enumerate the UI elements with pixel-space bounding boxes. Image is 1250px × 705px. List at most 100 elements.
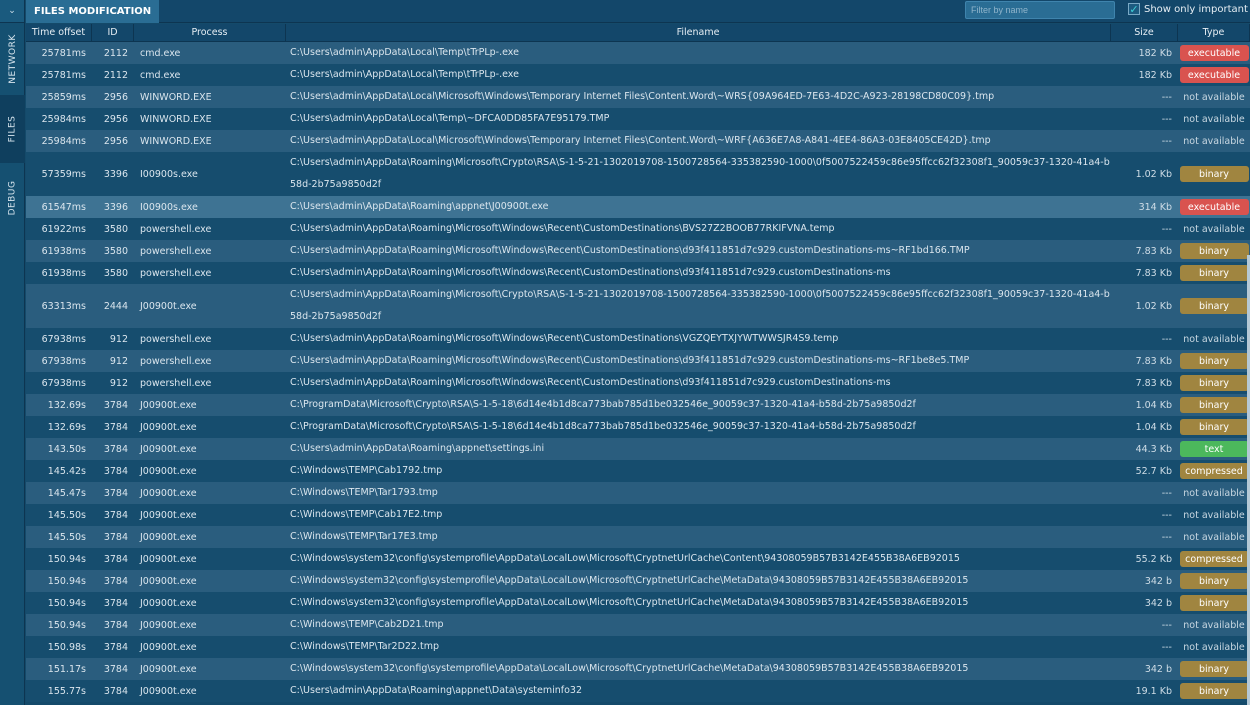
pid-cell: 2956 — [103, 113, 128, 125]
filename-cell: C:\Users\admin\AppData\Roaming\Microsoft… — [290, 289, 1110, 322]
sidebar-tab-network[interactable]: NETWORK — [0, 24, 25, 94]
size-cell: 342 b — [1144, 663, 1172, 675]
table-row[interactable]: 63313ms 2444 J00900t.exe C:\Users\admin\App… — [26, 284, 1250, 328]
type-badge: binary — [1179, 243, 1249, 259]
time-offset-cell: 67938ms — [41, 355, 86, 367]
filename-cell: C:\Windows\system32\config\systemprofile… — [290, 597, 969, 608]
pid-cell: 3784 — [103, 553, 128, 565]
type-badge: executable — [1179, 199, 1249, 215]
type-cell: not available — [1178, 86, 1250, 108]
table-row[interactable]: 145.47s 3784 J00900t.exe C:\Windows\TEMP\Ta… — [26, 482, 1250, 504]
table-row[interactable]: 25984ms 2956 WINWORD.EXE C:\Users\admin\App… — [26, 108, 1250, 130]
process-cell: powershell.exe — [140, 267, 212, 279]
column-header-id[interactable]: ID — [92, 24, 134, 41]
filename-cell: C:\Users\admin\AppData\Local\Temp\tTrPLp… — [290, 47, 519, 58]
pid-cell: 3580 — [103, 223, 128, 235]
size-cell: 1.04 Kb — [1135, 421, 1172, 433]
table-row[interactable]: 150.94s 3784 J00900t.exe C:\Windows\system3… — [26, 548, 1250, 570]
show-important-toggle[interactable]: ✓ Show only important — [1128, 3, 1248, 15]
table-row[interactable]: 150.94s 3784 J00900t.exe C:\Windows\system3… — [26, 570, 1250, 592]
table-row[interactable]: 151.17s 3784 J00900t.exe C:\Windows\system3… — [26, 658, 1250, 680]
time-offset-cell: 25859ms — [41, 91, 86, 103]
table-row[interactable]: 150.98s 3784 J00900t.exe C:\Windows\TEMP\Ta… — [26, 636, 1250, 658]
collapse-button[interactable]: ⌄ — [0, 0, 24, 23]
time-offset-cell: 67938ms — [41, 333, 86, 345]
type-cell: not available — [1178, 328, 1250, 350]
table-row[interactable]: 132.69s 3784 J00900t.exe C:\ProgramData\Mic… — [26, 394, 1250, 416]
pid-cell: 3784 — [103, 663, 128, 675]
type-badge: binary — [1179, 265, 1249, 281]
app-window: ⌄ NETWORK FILES DEBUG FILES MODIFICATION… — [0, 0, 1250, 705]
filename-cell: C:\ProgramData\Microsoft\Crypto\RSA\S-1-… — [290, 421, 916, 432]
pid-cell: 3396 — [103, 201, 128, 213]
table-row[interactable]: 67938ms 912 powershell.exe C:\Users\admin\A… — [26, 372, 1250, 394]
type-cell: binary — [1178, 152, 1250, 196]
size-cell: --- — [1161, 91, 1172, 103]
pid-cell: 3580 — [103, 245, 128, 257]
column-header-size[interactable]: Size — [1111, 24, 1178, 41]
table-row[interactable]: 61922ms 3580 powershell.exe C:\Users\admin\… — [26, 218, 1250, 240]
table-row[interactable]: 150.94s 3784 J00900t.exe C:\Windows\system3… — [26, 592, 1250, 614]
table-row[interactable]: 155.77s 3784 J00900t.exe C:\Users\admin\App… — [26, 680, 1250, 702]
pid-cell: 3396 — [103, 168, 128, 180]
process-cell: cmd.exe — [140, 47, 181, 59]
process-cell: J00900t.exe — [140, 509, 197, 521]
filename-cell: C:\Windows\TEMP\Tar1793.tmp — [290, 487, 438, 498]
time-offset-cell: 150.94s — [47, 553, 86, 565]
type-badge: binary — [1179, 683, 1249, 699]
table-row[interactable]: 25781ms 2112 cmd.exe C:\Users\admin\AppData… — [26, 64, 1250, 86]
type-cell: not available — [1178, 504, 1250, 526]
type-cell: binary — [1178, 284, 1250, 328]
column-header-time[interactable]: Time offset — [26, 24, 92, 41]
table-row[interactable]: 61938ms 3580 powershell.exe C:\Users\admin\… — [26, 240, 1250, 262]
type-cell: compressed — [1178, 460, 1250, 482]
type-cell: binary — [1178, 372, 1250, 394]
type-cell: executable — [1178, 42, 1250, 64]
column-header-process[interactable]: Process — [134, 24, 286, 41]
table-body: 25781ms 2112 cmd.exe C:\Users\admin\AppData… — [26, 42, 1250, 702]
sidebar: ⌄ NETWORK FILES DEBUG — [0, 0, 25, 705]
table-row[interactable]: 145.50s 3784 J00900t.exe C:\Windows\TEMP\Ta… — [26, 526, 1250, 548]
table-row[interactable]: 67938ms 912 powershell.exe C:\Users\admin\A… — [26, 350, 1250, 372]
table-row[interactable]: 132.69s 3784 J00900t.exe C:\ProgramData\Mic… — [26, 416, 1250, 438]
size-cell: 1.02 Kb — [1135, 168, 1172, 180]
time-offset-cell: 132.69s — [47, 399, 86, 411]
show-important-label: Show only important — [1144, 3, 1248, 15]
table-row[interactable]: 25984ms 2956 WINWORD.EXE C:\Users\admin\App… — [26, 130, 1250, 152]
table-row[interactable]: 61938ms 3580 powershell.exe C:\Users\admin\… — [26, 262, 1250, 284]
size-cell: --- — [1161, 333, 1172, 345]
type-cell: binary — [1178, 350, 1250, 372]
table-row[interactable]: 67938ms 912 powershell.exe C:\Users\admin\A… — [26, 328, 1250, 350]
filter-input[interactable] — [965, 1, 1115, 19]
table-row[interactable]: 145.50s 3784 J00900t.exe C:\Windows\TEMP\Ca… — [26, 504, 1250, 526]
size-cell: 182 Kb — [1138, 47, 1172, 59]
time-offset-cell: 61938ms — [41, 245, 86, 257]
type-label: not available — [1183, 509, 1245, 521]
process-cell: powershell.exe — [140, 377, 212, 389]
filename-cell: C:\Users\admin\AppData\Roaming\Microsoft… — [290, 377, 891, 388]
pid-cell: 3784 — [103, 487, 128, 499]
filename-cell: C:\Windows\system32\config\systemprofile… — [290, 575, 969, 586]
size-cell: 55.2 Kb — [1135, 553, 1172, 565]
pid-cell: 3784 — [103, 641, 128, 653]
table-row[interactable]: 145.42s 3784 J00900t.exe C:\Windows\TEMP\Ca… — [26, 460, 1250, 482]
column-header-type[interactable]: Type — [1178, 24, 1250, 41]
type-cell: binary — [1178, 680, 1250, 702]
table-row[interactable]: 61547ms 3396 I00900s.exe C:\Users\admin\App… — [26, 196, 1250, 218]
table-row[interactable]: 143.50s 3784 J00900t.exe C:\Users\admin\App… — [26, 438, 1250, 460]
table-row[interactable]: 57359ms 3396 I00900s.exe C:\Users\admin\App… — [26, 152, 1250, 196]
sidebar-tab-files[interactable]: FILES — [0, 95, 25, 163]
filename-cell: C:\Users\admin\AppData\Roaming\Microsoft… — [290, 333, 839, 344]
time-offset-cell: 63313ms — [41, 300, 86, 312]
column-header-filename[interactable]: Filename — [286, 24, 1111, 41]
table-row[interactable]: 25859ms 2956 WINWORD.EXE C:\Users\admin\App… — [26, 86, 1250, 108]
size-cell: --- — [1161, 509, 1172, 521]
type-badge: binary — [1179, 353, 1249, 369]
process-cell: J00900t.exe — [140, 553, 197, 565]
process-cell: J00900t.exe — [140, 421, 197, 433]
table-row[interactable]: 25781ms 2112 cmd.exe C:\Users\admin\AppData… — [26, 42, 1250, 64]
table-row[interactable]: 150.94s 3784 J00900t.exe C:\Windows\TEMP\Ca… — [26, 614, 1250, 636]
checkbox[interactable]: ✓ — [1128, 3, 1140, 15]
tab-files-modification[interactable]: FILES MODIFICATION — [26, 0, 160, 23]
sidebar-tab-debug[interactable]: DEBUG — [0, 163, 25, 233]
